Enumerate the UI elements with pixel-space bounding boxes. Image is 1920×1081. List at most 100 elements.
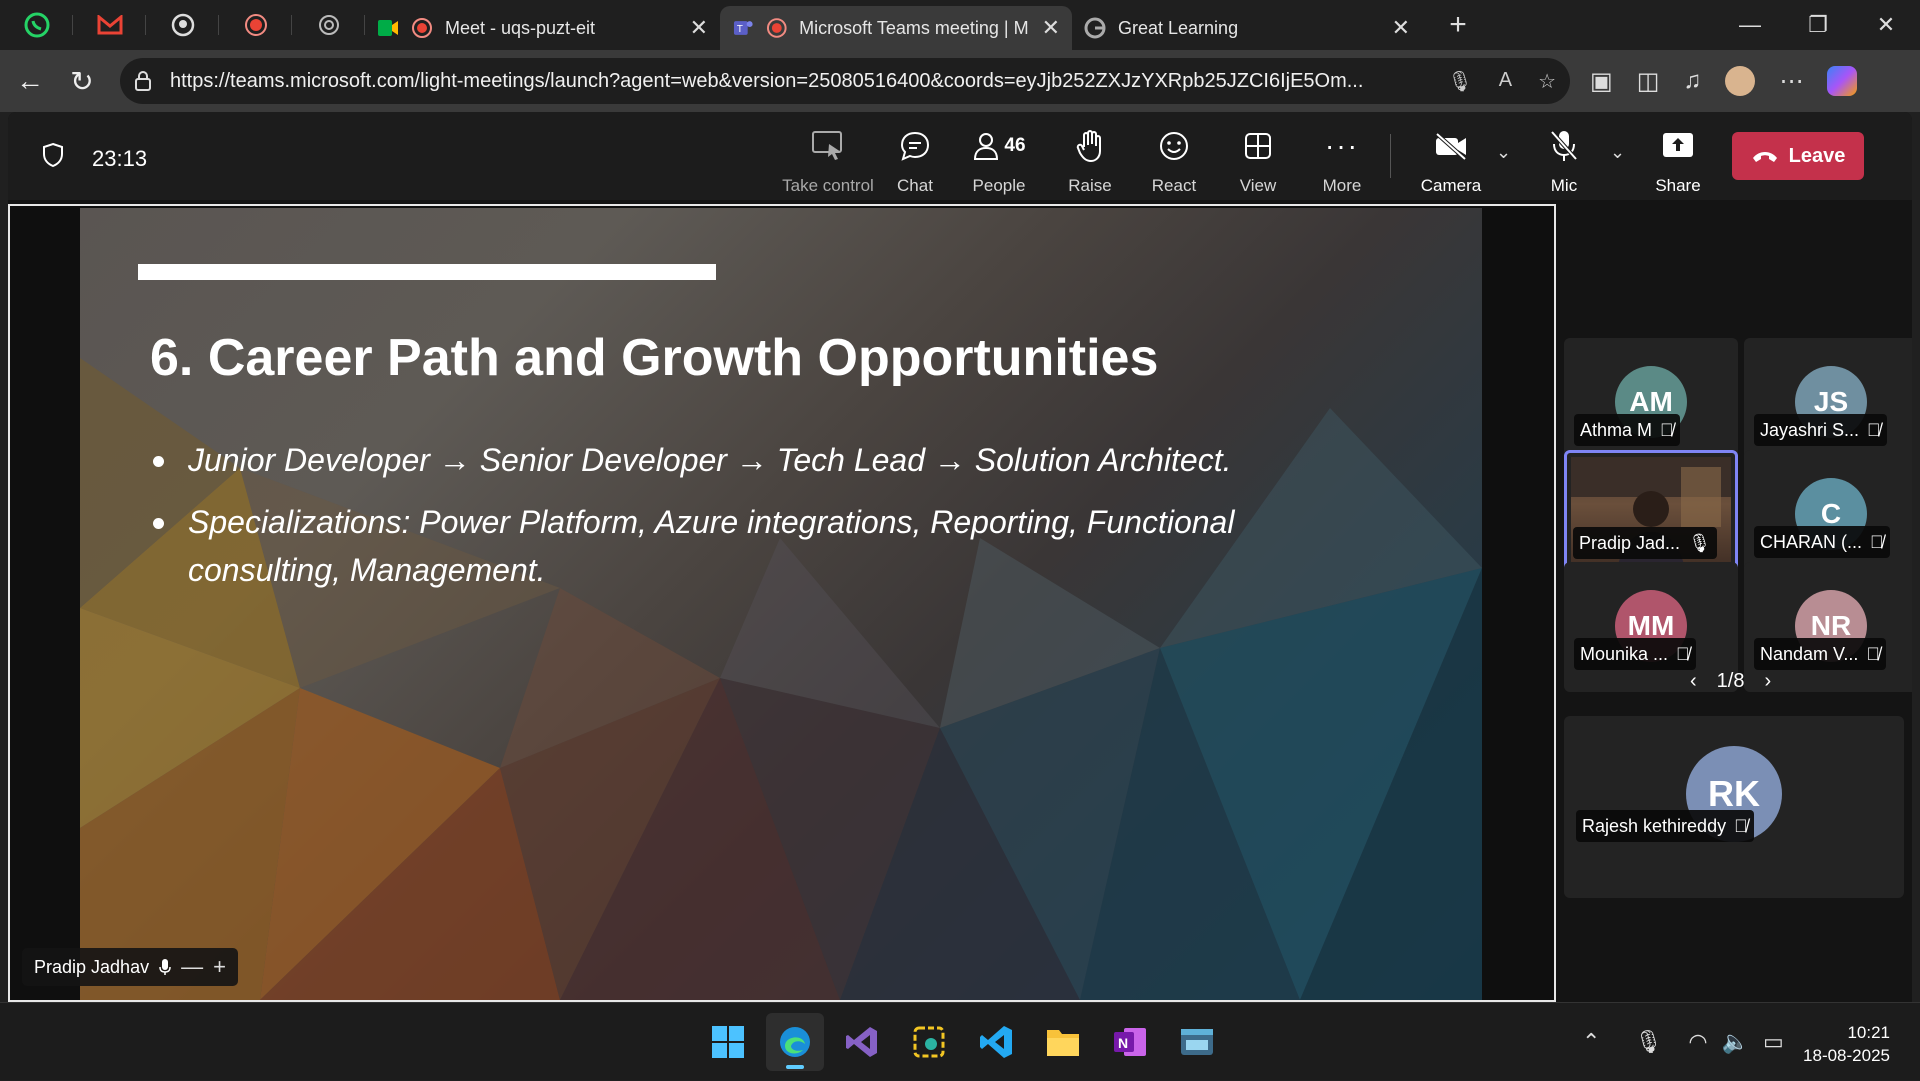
participant-name-tag: Jayashri S... 🎙̸ (1754, 414, 1887, 446)
participant-tile-active-speaker[interactable]: Pradip Jad... 🎙 (1564, 450, 1738, 580)
profile-avatar[interactable] (1725, 66, 1756, 96)
slide-bullet-list: Junior Developer → Senior Developer → Te… (150, 436, 1350, 608)
participant-tile[interactable]: JS Jayashri S... 🎙̸ (1744, 338, 1912, 468)
react-button[interactable]: React (1129, 126, 1219, 196)
chatgpt-tab[interactable] (292, 0, 365, 50)
snipping-tool-taskbar-button[interactable] (900, 1013, 958, 1071)
chat-button[interactable]: Chat (870, 126, 960, 196)
meeting-timer: 23:13 (92, 146, 148, 171)
zoom-out-button[interactable]: — (181, 954, 203, 980)
split-screen-icon[interactable]: ◫ (1637, 67, 1660, 96)
microphone-icon[interactable]: 🎙 (1447, 69, 1472, 94)
more-button[interactable]: ··· More (1297, 126, 1387, 196)
next-page-chevron-icon[interactable]: › (1764, 670, 1771, 693)
tab-great-learning[interactable]: Great Learning ✕ (1072, 6, 1422, 50)
tab-meet[interactable]: Meet - uqs-puzt-eit ✕ (365, 6, 720, 50)
tab-title: Meet - uqs-puzt-eit (445, 17, 596, 38)
pinned-tabs (0, 0, 365, 50)
browser-toolbar: ← ↻ https://teams.microsoft.com/light-me… (0, 50, 1920, 112)
close-window-button[interactable]: ✕ (1852, 0, 1920, 50)
recording-tab[interactable] (219, 0, 292, 50)
participant-name: CHARAN (... (1760, 531, 1863, 552)
edge-taskbar-button[interactable] (766, 1013, 824, 1071)
microphone-in-use-icon[interactable]: 🎙 (1634, 1029, 1662, 1055)
terminal-taskbar-button[interactable] (1168, 1013, 1226, 1071)
avatar-initials: RK (1708, 773, 1760, 814)
onenote-taskbar-button[interactable]: N (1101, 1013, 1159, 1071)
gallery-pager: ‹ 1/8 › (1690, 670, 1771, 693)
participant-tile[interactable]: AM Athma M 🎙̸ (1564, 338, 1738, 468)
extension-icon[interactable]: ▣ (1590, 67, 1613, 96)
toolbar-divider (1390, 134, 1391, 178)
view-button[interactable]: View (1213, 126, 1303, 196)
share-screen-icon (1663, 133, 1693, 157)
browser-tab-strip: Meet - uqs-puzt-eit ✕ T Microsoft Teams … (0, 0, 1920, 50)
mic-button[interactable]: Mic (1519, 126, 1609, 196)
take-control-label: Take control (782, 176, 874, 195)
previous-page-chevron-icon[interactable]: ‹ (1690, 670, 1697, 693)
people-label: People (972, 176, 1026, 195)
people-button[interactable]: 46 People (954, 126, 1044, 196)
featured-participant-tile[interactable]: RK Rajesh kethireddy 🎙̸ (1564, 716, 1904, 898)
address-bar[interactable]: https://teams.microsoft.com/light-meetin… (120, 58, 1570, 104)
close-tab-icon[interactable]: ✕ (690, 15, 708, 41)
favorite-star-icon[interactable]: ☆ (1538, 69, 1556, 94)
vscode-icon (980, 1026, 1012, 1058)
volume-icon[interactable]: 🔈 (1722, 1029, 1749, 1055)
plus-icon: + (1449, 8, 1467, 41)
visual-studio-taskbar-button[interactable] (833, 1013, 891, 1071)
copilot-icon[interactable] (1827, 66, 1858, 96)
vscode-taskbar-button[interactable] (967, 1013, 1025, 1071)
whatsapp-tab[interactable] (0, 0, 73, 50)
record-icon (766, 18, 787, 38)
mic-options-chevron-icon[interactable]: ⌄ (1610, 142, 1625, 163)
snipping-tool-icon (913, 1026, 945, 1058)
media-icon[interactable]: ♫ (1683, 67, 1701, 95)
edge-icon (780, 1027, 810, 1057)
system-tray: ⌃ 🎙 ◠ 🔈 ▭ (1582, 1003, 1784, 1081)
github-tab[interactable] (146, 0, 219, 50)
camera-options-chevron-icon[interactable]: ⌄ (1496, 142, 1511, 163)
leave-label: Leave (1788, 144, 1846, 167)
wifi-icon[interactable]: ◠ (1688, 1029, 1707, 1055)
windows-logo-icon (712, 1026, 744, 1058)
presentation-slide: 6. Career Path and Growth Opportunities … (80, 208, 1482, 1000)
back-button[interactable]: ← (4, 55, 56, 107)
participant-tile[interactable]: C CHARAN (... 🎙̸ (1744, 450, 1912, 580)
google-meet-icon (378, 20, 398, 36)
camera-button[interactable]: Camera (1406, 126, 1496, 196)
tab-teams[interactable]: T Microsoft Teams meeting | M ✕ (720, 6, 1072, 50)
read-aloud-icon[interactable]: A (1499, 69, 1512, 94)
participant-name: Athma M (1580, 419, 1653, 440)
mic-muted-icon: 🎙̸ (1660, 419, 1674, 440)
share-button[interactable]: Share (1633, 126, 1723, 196)
battery-icon[interactable]: ▭ (1763, 1029, 1784, 1055)
restore-button[interactable]: ❐ (1784, 0, 1852, 50)
show-hidden-icons-chevron-icon[interactable]: ⌃ (1582, 1029, 1600, 1055)
participant-name-tag: Pradip Jad... 🎙 (1573, 527, 1717, 559)
reload-button[interactable]: ↻ (56, 55, 108, 107)
minimize-button[interactable]: — (1716, 0, 1784, 50)
take-control-button[interactable]: Take control (782, 126, 874, 196)
mic-muted-icon: 🎙̸ (1867, 419, 1881, 440)
zoom-in-button[interactable]: + (213, 954, 226, 980)
share-label: Share (1655, 176, 1701, 195)
close-tab-icon[interactable]: ✕ (1042, 15, 1060, 41)
raise-hand-button[interactable]: Raise (1045, 126, 1135, 196)
new-tab-button[interactable]: + (1438, 5, 1478, 45)
more-options-icon[interactable]: ⋯ (1779, 67, 1803, 96)
participant-name: Jayashri S... (1760, 419, 1860, 440)
raise-label: Raise (1068, 176, 1112, 195)
more-label: More (1322, 176, 1362, 195)
close-tab-icon[interactable]: ✕ (1392, 15, 1410, 41)
taskbar-clock[interactable]: 10:21 18-08-2025 (1790, 1021, 1890, 1067)
leave-button[interactable]: Leave (1732, 132, 1864, 180)
start-button[interactable] (699, 1013, 757, 1071)
shield-icon[interactable] (42, 142, 64, 168)
file-explorer-taskbar-button[interactable] (1034, 1013, 1092, 1071)
mic-icon (159, 959, 171, 975)
participant-name-tag: Nandam V... 🎙̸ (1754, 638, 1886, 670)
gmail-tab[interactable] (73, 0, 146, 50)
grid-view-icon (1245, 133, 1271, 159)
participant-name: Rajesh kethireddy (1582, 815, 1727, 836)
